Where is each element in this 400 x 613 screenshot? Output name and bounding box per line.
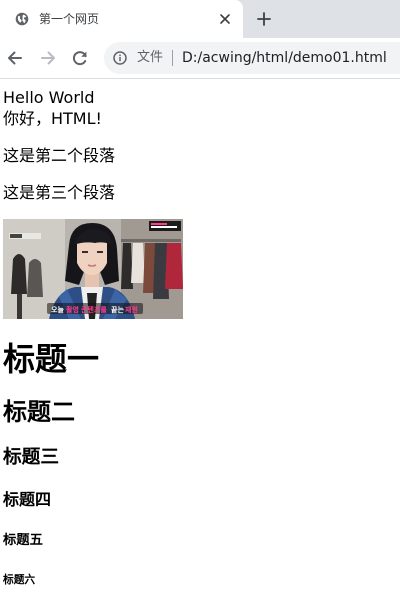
url-text[interactable]: D:/acwing/html/demo01.html: [182, 48, 387, 68]
arrow-right-icon[interactable]: [38, 48, 58, 68]
globe-icon: [15, 12, 29, 26]
tab-title: 第一个网页: [39, 12, 100, 26]
browser-tab[interactable]: 第一个网页: [0, 0, 243, 38]
heading-1: 标题一: [3, 340, 100, 378]
browser-toolbar: 文件 D:/acwing/html/demo01.html: [0, 38, 400, 79]
info-icon[interactable]: [113, 51, 127, 65]
paragraph-1: Hello World 你好，HTML!: [3, 87, 393, 129]
tab-strip: 第一个网页: [0, 0, 400, 38]
heading-6: 标题六: [3, 573, 36, 586]
caption-word-2: 촬영: [66, 305, 79, 314]
paragraph-3: 这是第三个段落: [3, 183, 116, 202]
omnibox-divider: [172, 50, 173, 66]
page-viewport: Hello World 你好，HTML! 这是第二个段落 这是第三个段落 오늘 …: [0, 79, 400, 613]
heading-5: 标题五: [3, 533, 43, 548]
photo-image: 오늘 촬영 콘텐츠를 끝는 재원: [3, 219, 183, 319]
security-label[interactable]: 文件: [137, 49, 163, 67]
caption-word-1: 오늘: [51, 305, 64, 314]
heading-3: 标题三: [3, 447, 60, 468]
caption-word-3: 콘텐츠를: [81, 305, 107, 314]
caption-word-5: 재원: [125, 305, 138, 314]
reload-icon[interactable]: [70, 48, 90, 68]
address-bar[interactable]: 文件 D:/acwing/html/demo01.html: [104, 42, 400, 74]
page-content: Hello World 你好，HTML! 这是第二个段落 这是第三个段落 오늘 …: [3, 87, 393, 587]
photo-caption: 오늘 촬영 콘텐츠를 끝는 재원: [51, 305, 138, 314]
arrow-left-icon[interactable]: [5, 48, 25, 68]
plus-icon[interactable]: [256, 11, 272, 27]
close-icon[interactable]: [218, 12, 232, 26]
hello-world-text: Hello World: [3, 88, 95, 107]
heading-2: 标题二: [3, 398, 75, 426]
caption-word-4: 끝는: [111, 305, 124, 314]
hello-html-text: 你好，HTML!: [3, 109, 102, 128]
paragraph-2: 这是第二个段落: [3, 146, 116, 165]
heading-4: 标题四: [3, 490, 52, 509]
